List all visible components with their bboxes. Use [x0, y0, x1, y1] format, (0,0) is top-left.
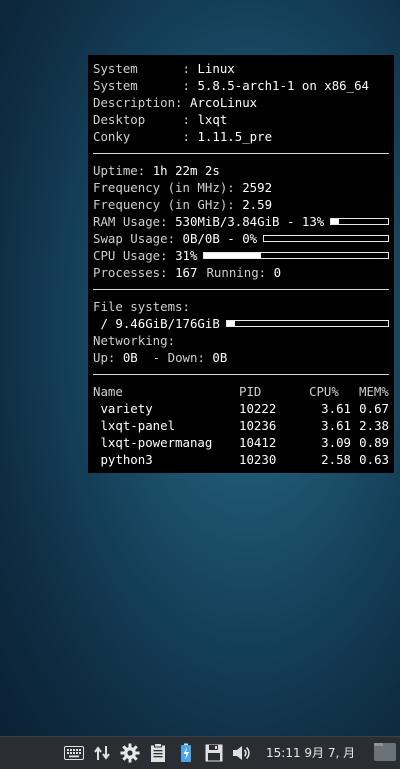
system-line: System : Linux: [93, 60, 389, 77]
freq-mhz-value: 2592: [242, 180, 273, 195]
process-pid: 10412: [239, 435, 277, 450]
system-line-label: Desktop :: [93, 112, 198, 127]
volume-icon[interactable]: [228, 737, 256, 769]
col-pid-header: PID: [239, 384, 262, 399]
col-mem-header: MEM%: [359, 384, 389, 399]
ram-row: RAM Usage: 530MiB/3.84GiB - 13%: [93, 213, 389, 230]
process-row: python3 10230 2.58 0.63: [93, 451, 389, 468]
ram-value: 530MiB/3.84GiB - 13%: [175, 214, 325, 229]
process-list: variety 10222 3.61 0.67 lxqt-panel 10236 3.61…: [93, 400, 389, 468]
process-row: lxqt-panel 10236 3.61 2.38: [93, 417, 389, 434]
processes-label: Processes:: [93, 265, 176, 280]
fs-label-row: File systems:: [93, 298, 389, 315]
net-row: Up: 0B - Down: 0B: [93, 349, 389, 366]
up-value: 0B: [122, 350, 138, 365]
col-cpu-header: CPU%: [309, 384, 339, 399]
system-line: Description: ArcoLinux: [93, 94, 389, 111]
process-name: variety: [93, 401, 153, 416]
system-line-value: lxqt: [197, 112, 228, 127]
system-line-label: Description:: [93, 95, 190, 110]
process-header: Name PID CPU% MEM%: [93, 383, 389, 400]
process-pid: 10236: [239, 418, 277, 433]
system-line-value: ArcoLinux: [189, 95, 258, 110]
fs-bar: [225, 320, 389, 327]
fs-value: / 9.46GiB/176GiB: [93, 316, 220, 331]
process-mem: 0.63: [359, 452, 389, 467]
process-pid: 10222: [239, 401, 277, 416]
process-cpu: 3.61: [321, 401, 351, 416]
divider: [93, 374, 389, 375]
system-line-label: System :: [93, 78, 198, 93]
system-line-label: Conky :: [93, 129, 198, 144]
swap-value: 0B/0B - 0%: [182, 231, 258, 246]
network-transfer-icon[interactable]: [88, 737, 116, 769]
col-name-header: Name: [93, 384, 123, 399]
swap-bar: [263, 235, 389, 242]
swap-row: Swap Usage: 0B/0B - 0%: [93, 230, 389, 247]
uptime-row: Uptime: 1h 22m 2s: [93, 162, 389, 179]
running-value: 0: [273, 265, 282, 280]
process-cpu: 2.58: [321, 452, 351, 467]
process-mem: 0.67: [359, 401, 389, 416]
system-line: Conky : 1.11.5_pre: [93, 128, 389, 145]
running-label: Running:: [206, 265, 274, 280]
save-disk-icon[interactable]: [200, 737, 228, 769]
swap-label: Swap Usage:: [93, 231, 183, 246]
uptime-value: 1h 22m 2s: [152, 163, 220, 178]
battery-icon[interactable]: [172, 737, 200, 769]
process-cpu: 3.09: [321, 435, 351, 450]
ram-bar: [330, 218, 389, 225]
down-value: 0B: [212, 350, 228, 365]
freq-mhz-label: Frequency (in MHz):: [93, 180, 243, 195]
up-label: Up:: [93, 350, 123, 365]
system-tray: [60, 737, 256, 769]
conky-panel: System : Linux System : 5.8.5-arch1-1 on …: [88, 55, 394, 473]
down-label: - Down:: [137, 350, 213, 365]
freq-ghz-value: 2.59: [242, 197, 273, 212]
uptime-label: Uptime:: [93, 163, 153, 178]
process-pid: 10230: [239, 452, 277, 467]
net-label-row: Networking:: [93, 332, 389, 349]
taskbar: 15:11 9月 7, 月: [0, 736, 400, 769]
keyboard-icon[interactable]: [60, 737, 88, 769]
cpu-bar: [203, 252, 389, 259]
fs-row: / 9.46GiB/176GiB: [93, 315, 389, 332]
process-mem: 0.89: [359, 435, 389, 450]
cpu-bar-fill: [204, 253, 262, 258]
process-row: variety 10222 3.61 0.67: [93, 400, 389, 417]
process-name: lxqt-powermanag: [93, 435, 213, 450]
freq-ghz-row: Frequency (in GHz): 2.59: [93, 196, 389, 213]
process-mem: 2.38: [359, 418, 389, 433]
system-info: System : Linux System : 5.8.5-arch1-1 on …: [93, 60, 389, 145]
freq-ghz-label: Frequency (in GHz):: [93, 197, 243, 212]
fs-bar-fill: [226, 321, 235, 326]
system-line: System : 5.8.5-arch1-1 on x86_64: [93, 77, 389, 94]
process-name: lxqt-panel: [93, 418, 176, 433]
system-line-value: 5.8.5-arch1-1 on x86_64: [197, 78, 370, 93]
cpu-label: CPU Usage:: [93, 248, 176, 263]
fs-label: File systems:: [93, 299, 190, 314]
process-row: lxqt-powermanag 10412 3.09 0.89: [93, 434, 389, 451]
processes-row: Processes: 167 Running: 0: [93, 264, 389, 281]
system-line-label: System :: [93, 61, 198, 76]
divider: [93, 289, 389, 290]
system-line: Desktop : lxqt: [93, 111, 389, 128]
settings-gear-icon[interactable]: [116, 737, 144, 769]
freq-mhz-row: Frequency (in MHz): 2592: [93, 179, 389, 196]
system-line-value: 1.11.5_pre: [197, 129, 273, 144]
cpu-value: 31%: [175, 248, 198, 263]
processes-value: 167: [175, 265, 198, 280]
cpu-row: CPU Usage: 31%: [93, 247, 389, 264]
ram-bar-fill: [331, 219, 339, 224]
net-label: Networking:: [93, 333, 176, 348]
show-desktop-icon[interactable]: [374, 743, 396, 761]
process-cpu: 3.61: [321, 418, 351, 433]
ram-label: RAM Usage:: [93, 214, 176, 229]
system-line-value: Linux: [197, 61, 235, 76]
divider: [93, 153, 389, 154]
process-name: python3: [93, 452, 153, 467]
clock[interactable]: 15:11 9月 7, 月: [266, 737, 355, 769]
clipboard-icon[interactable]: [144, 737, 172, 769]
